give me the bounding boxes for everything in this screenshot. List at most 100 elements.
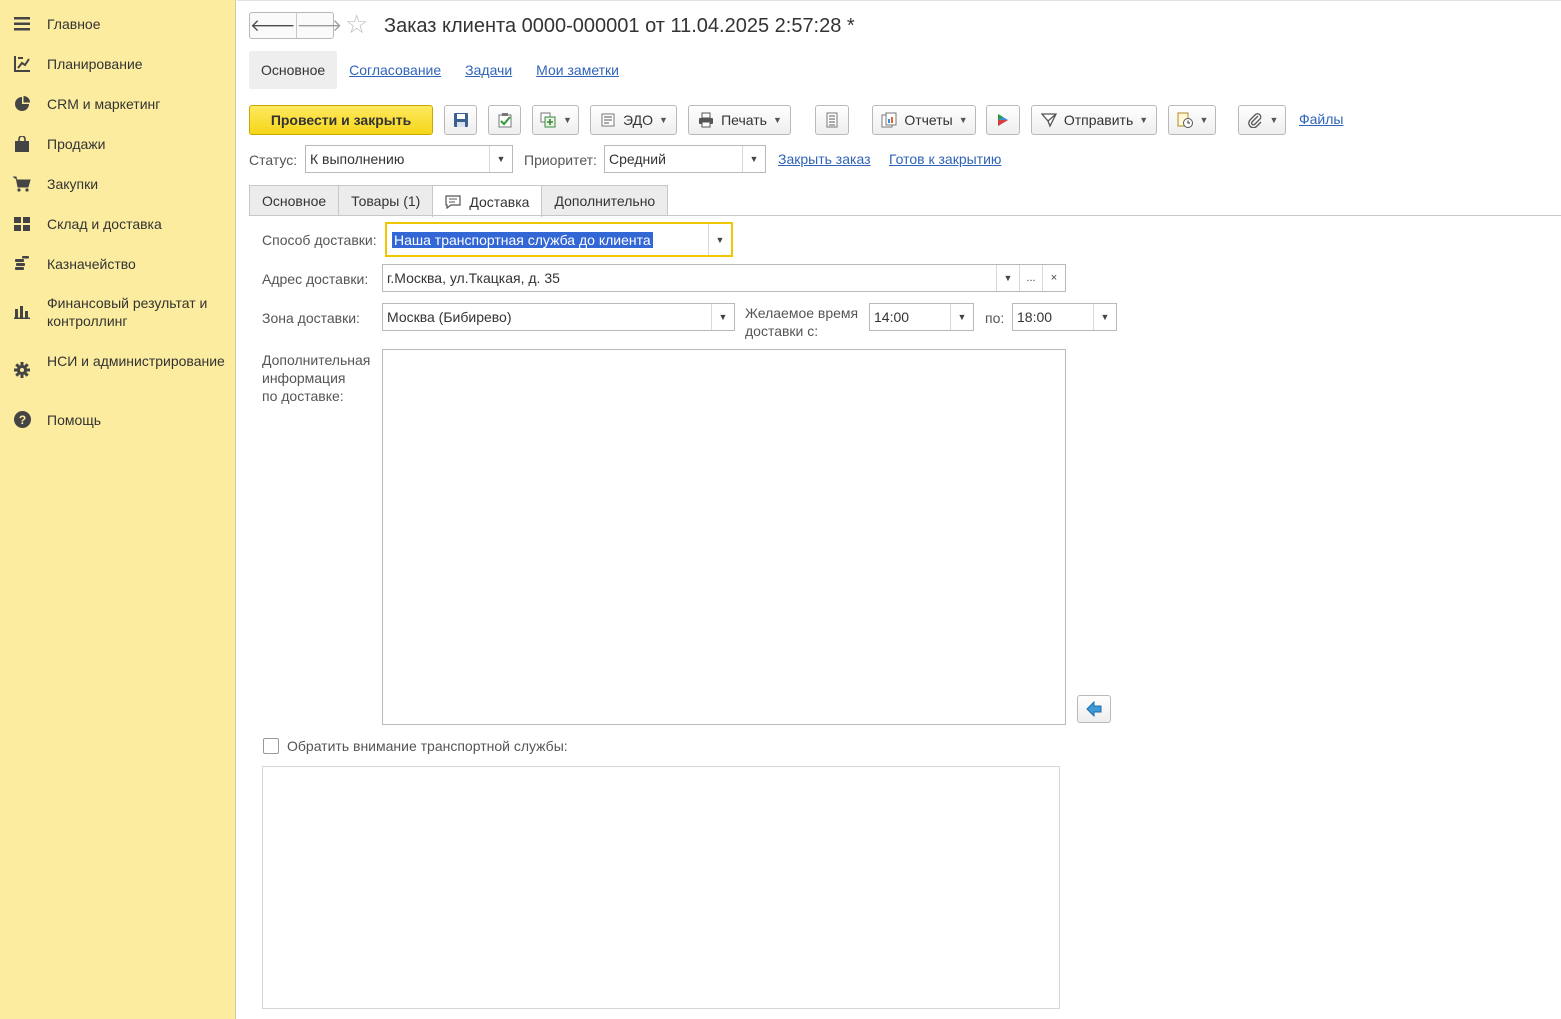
comment-icon [445,194,461,209]
attention-checkbox[interactable] [263,738,279,754]
panel-tab-tasks[interactable]: Задачи [453,51,524,89]
warehouse-grid-icon [12,214,32,234]
post-and-close-button[interactable]: Провести и закрыть [249,105,433,135]
sidebar-item-crm[interactable]: CRM и маркетинг [0,92,236,116]
sidebar-item-sales[interactable]: Продажи [0,132,236,156]
save-button[interactable] [444,105,477,135]
page-title: Заказ клиента 0000-000001 от 11.04.2025 … [384,15,855,37]
delivery-method-select[interactable]: Наша транспортная служба до клиента ▼ [385,222,733,257]
question-icon: ? [12,409,32,429]
chevron-down-icon[interactable]: ▼ [950,304,973,330]
chevron-down-icon[interactable]: ▼ [996,265,1019,291]
delivery-address-field[interactable]: г.Москва, ул.Ткацкая, д. 35 ▼ ... × [382,264,1066,292]
priority-value: Средний [609,151,666,167]
edo-button[interactable]: ЭДО ▼ [590,105,677,135]
time-to-label: по: [985,310,1005,326]
send-label: Отправить [1063,112,1134,128]
gear-icon [12,360,32,380]
attachments-button[interactable]: ▼ [1238,105,1286,135]
sidebar-item-purchases[interactable]: Закупки [0,172,236,196]
tab-goods[interactable]: Товары (1) [338,185,434,216]
sidebar-item-treasury[interactable]: Казначейство [0,252,236,276]
sidebar-item-label: Продажи [47,136,106,152]
chevron-down-icon: ▼ [958,115,968,125]
sidebar-item-label: Закупки [47,176,99,192]
send-button[interactable]: Отправить ▼ [1031,105,1157,135]
floppy-disk-icon [452,111,470,129]
post-button[interactable] [488,105,521,135]
attention-textarea[interactable] [262,766,1060,1009]
panel-tab-approval[interactable]: Согласование [337,51,453,89]
arrow-left-icon: 🡐 [250,15,296,35]
desired-time-label-line2: доставки с: [745,323,819,339]
reports-button[interactable]: Отчеты ▼ [872,105,976,135]
sidebar-item-label: Склад и доставка [47,216,162,232]
status-value: К выполнению [310,151,405,167]
delivery-method-label: Способ доставки: [262,232,377,248]
chevron-down-icon[interactable]: ▼ [742,146,765,172]
command-bar: Провести и закрыть ▼ ЭДО ▼ Печать ▼ Отче… [249,105,1549,135]
extra-info-textarea[interactable] [382,349,1066,725]
extra-info-label-line1: Дополнительная [262,352,371,368]
files-link[interactable]: Файлы [1299,111,1343,127]
sidebar-item-finance[interactable]: Финансовый результат и контроллинг [0,292,236,334]
priority-select[interactable]: Средний ▼ [604,145,766,173]
play-multicolor-icon [994,111,1012,129]
sidebar-item-warehouse[interactable]: Склад и доставка [0,212,236,236]
tab-main[interactable]: Основное [249,185,340,216]
printer-icon [697,111,715,129]
clear-button[interactable]: × [1042,265,1065,291]
tabs-underline [249,215,1561,216]
panel-tab-notes[interactable]: Мои заметки [524,51,631,89]
time-from-field[interactable]: 14:00 ▼ [869,303,974,331]
chevron-down-icon: ▼ [1139,115,1149,125]
attention-label: Обратить внимание транспортной службы: [287,738,568,754]
document-structure-button[interactable] [815,105,849,135]
sidebar-item-label: Планирование [47,56,143,72]
planning-icon [12,54,32,74]
more-actions-button[interactable]: ▼ [1168,105,1216,135]
sidebar-item-planning[interactable]: Планирование [0,52,236,76]
time-to-field[interactable]: 18:00 ▼ [1012,303,1117,331]
chevron-down-icon[interactable]: ▼ [1093,304,1116,330]
status-select[interactable]: К выполнению ▼ [305,145,513,173]
sidebar-item-label: НСИ и администрирование [47,353,225,369]
print-button[interactable]: Печать ▼ [688,105,791,135]
tab-additional[interactable]: Дополнительно [541,185,669,216]
bar-chart-icon [12,302,32,322]
sidebar-item-admin[interactable]: НСИ и администрирование [0,350,236,392]
favorite-star-icon[interactable]: ☆ [345,9,368,39]
delivery-address-value: г.Москва, ул.Ткацкая, д. 35 [387,270,560,286]
tab-delivery[interactable]: Доставка [432,185,543,217]
close-order-link[interactable]: Закрыть заказ [778,151,871,167]
cart-icon [12,174,32,194]
chevron-down-icon: ▼ [1199,115,1209,125]
sidebar-item-label: Главное [47,16,101,32]
arrow-right-icon: 🡒 [296,15,343,35]
main-area: 🡐 🡒 ☆ Заказ клиента 0000-000001 от 11.04… [237,0,1561,1019]
delivery-method-value: Наша транспортная служба до клиента [392,231,653,248]
arrow-left-blue-icon [1086,701,1102,717]
ready-to-close-link[interactable]: Готов к закрытию [889,151,1001,167]
extra-info-label-line2: информация [262,370,346,386]
time-to-value: 18:00 [1017,309,1053,325]
create-based-on-button[interactable]: ▼ [532,105,579,135]
send-icon [1040,111,1058,129]
sidebar-item-main[interactable]: Главное [0,12,236,36]
chevron-down-icon[interactable]: ▼ [708,224,731,255]
document-clock-icon [1176,111,1194,129]
history-navigation: 🡐 🡒 [249,12,342,39]
panel-tab-main[interactable]: Основное [249,51,338,89]
sidebar-item-label: CRM и маркетинг [47,96,161,112]
chevron-down-icon[interactable]: ▼ [489,146,512,172]
back-button[interactable]: 🡐 [250,13,296,38]
chevron-down-icon[interactable]: ▼ [711,304,734,330]
sidebar-item-help[interactable]: ? Помощь [0,408,236,432]
delivery-address-label: Адрес доставки: [262,271,369,287]
ellipsis-button[interactable]: ... [1019,265,1042,291]
insert-text-button[interactable] [1077,695,1111,723]
forward-button[interactable]: 🡒 [295,13,343,38]
delivery-zone-select[interactable]: Москва (Бибирево) ▼ [382,303,735,331]
run-button[interactable] [986,105,1020,135]
priority-label: Приоритет: [524,152,597,168]
